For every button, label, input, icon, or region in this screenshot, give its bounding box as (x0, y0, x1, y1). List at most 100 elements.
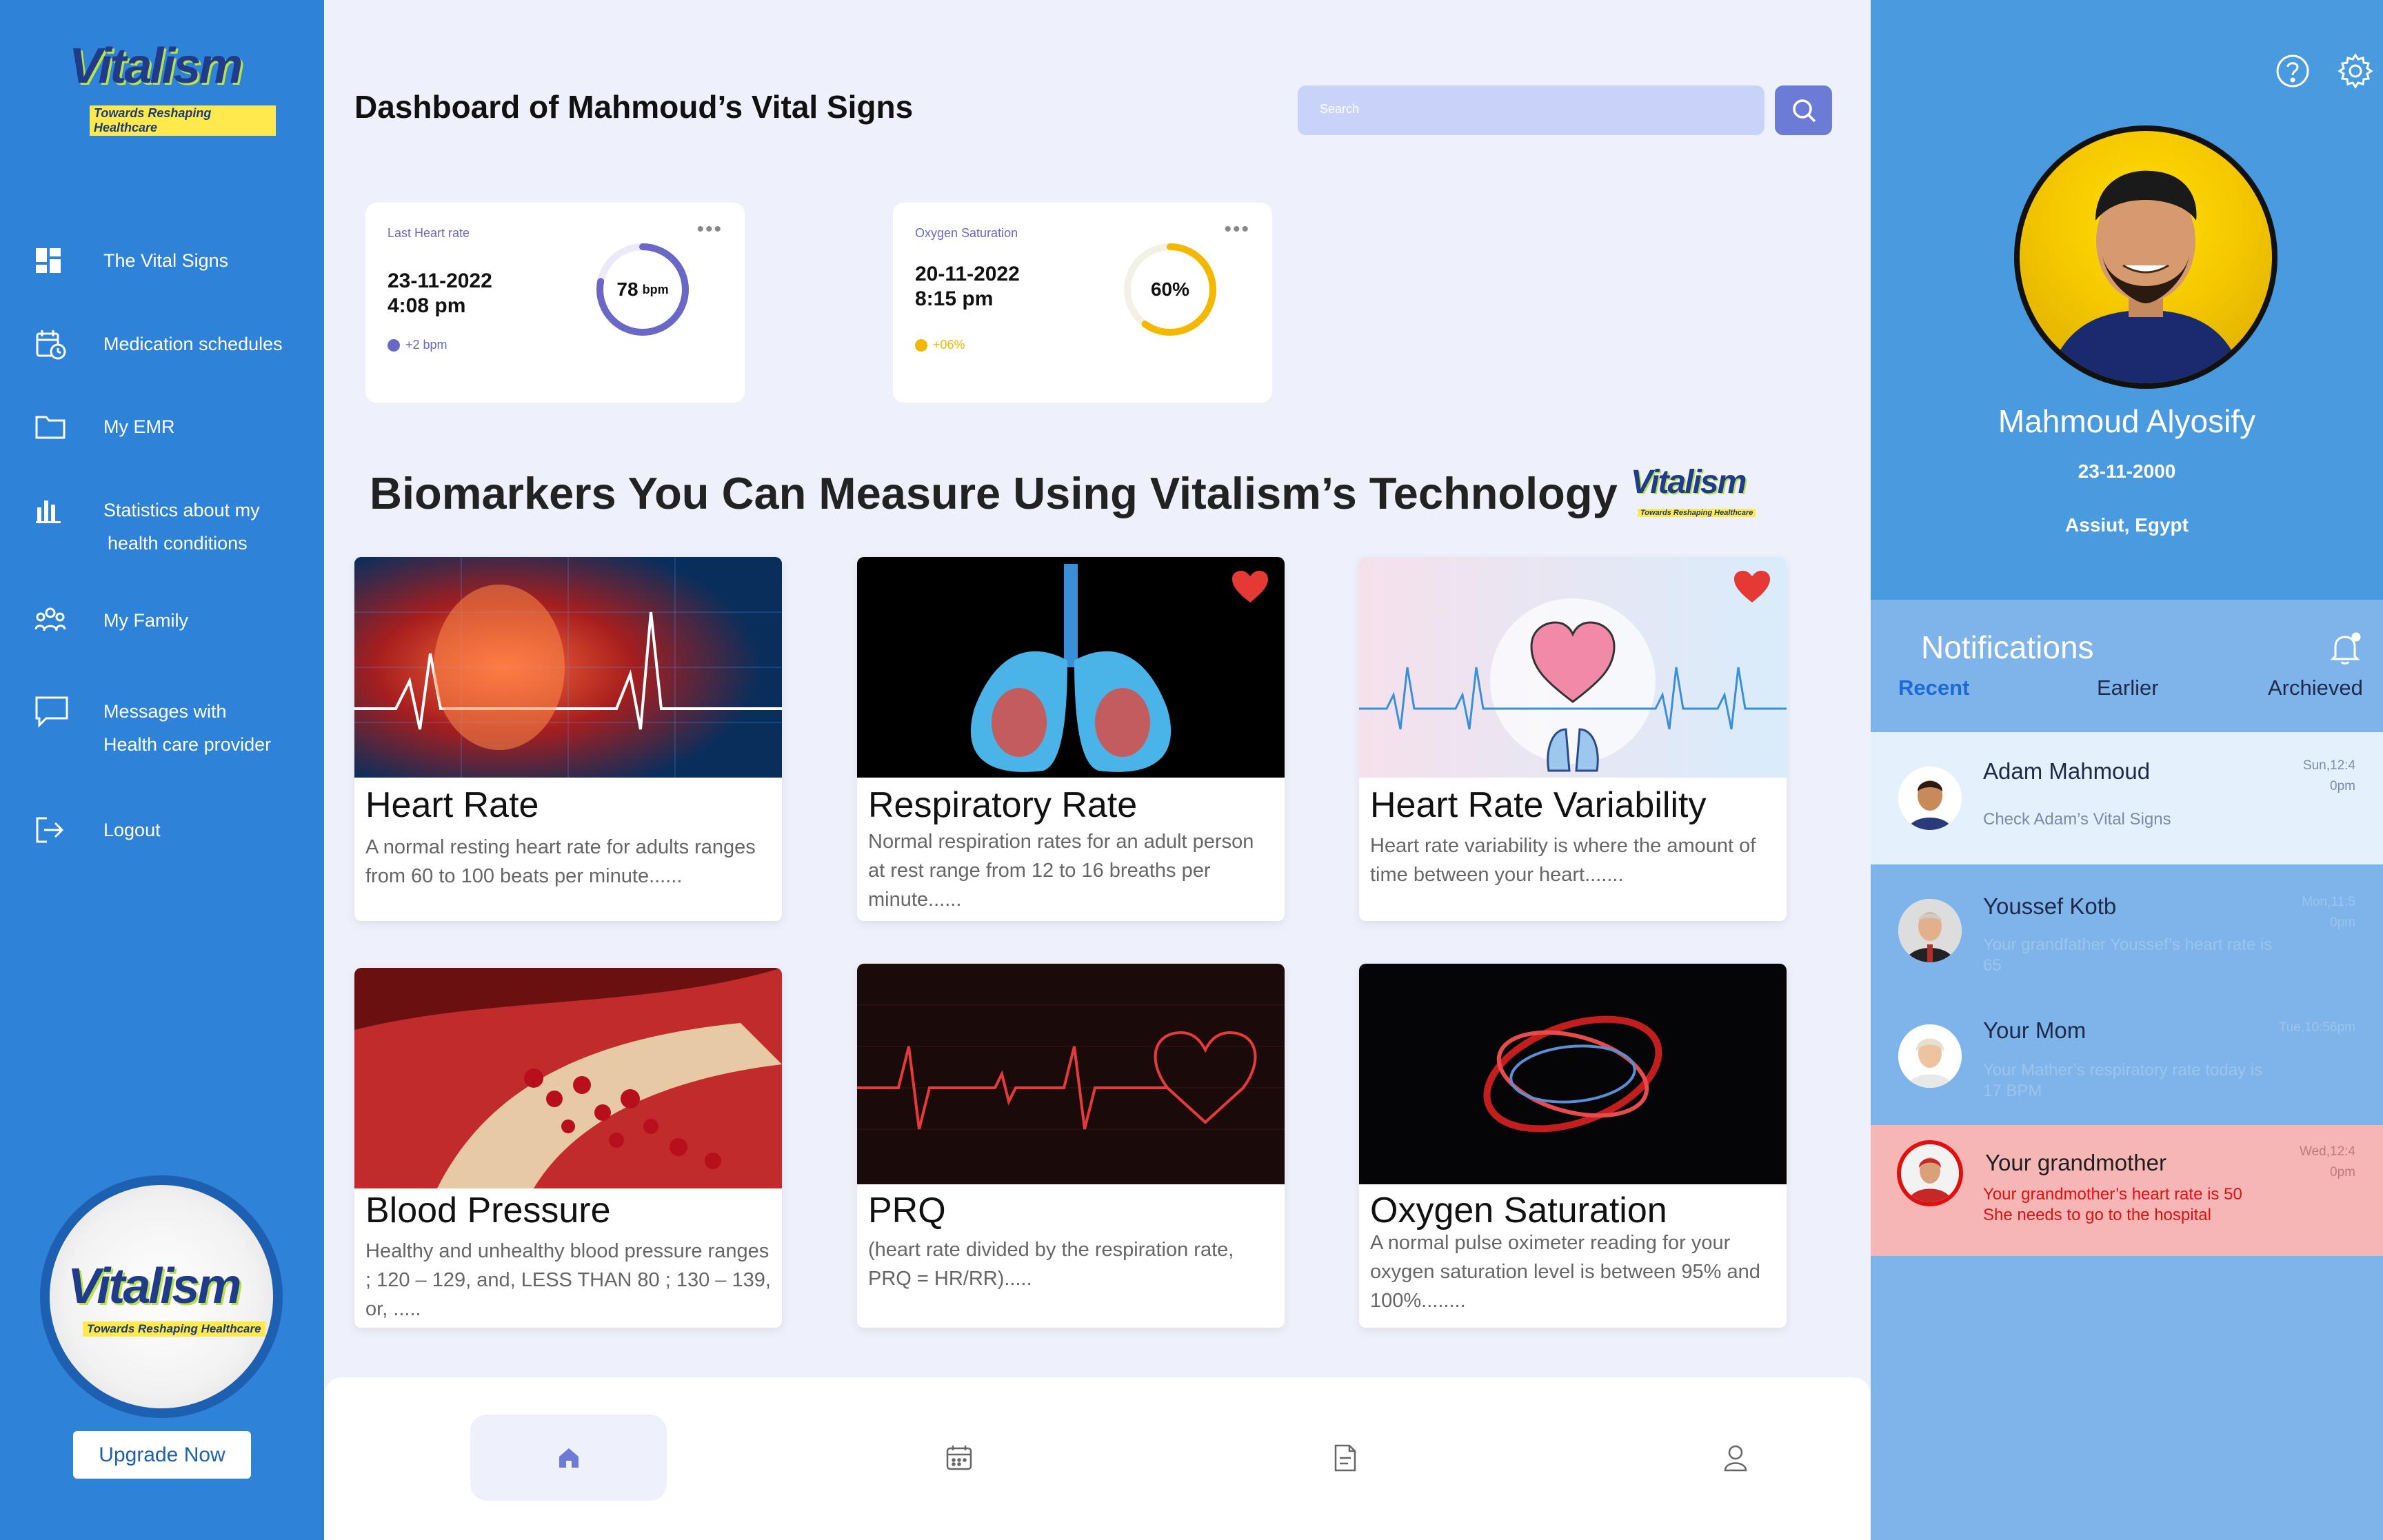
logo-wordmark: Vitalism (69, 39, 243, 94)
sidebar-item-label-line1: Messages with (103, 701, 227, 722)
stat-value-number: 60% (1150, 278, 1190, 300)
notification-item[interactable]: Youssef Kotb Your grandfather Youssef’s … (1871, 869, 2383, 1001)
stat-title: Last Heart rate (388, 226, 470, 240)
avatar-photo (2020, 131, 2272, 383)
sidebar-item-label: Logout (103, 820, 161, 840)
sidebar-item-label: Messages with Health care provider (103, 695, 271, 761)
profile-dob: 23-11-2000 (2078, 460, 2176, 482)
bell-icon[interactable] (2326, 629, 2364, 667)
avatar (1898, 899, 1962, 962)
sidebar-item-label: Statistics about my health conditions (103, 494, 260, 560)
notification-item[interactable]: Your Mom Your Mather’s respiratory rate … (1871, 994, 2383, 1126)
document-icon (1334, 1444, 1356, 1471)
sidebar-item-statistics[interactable]: Statistics about my health conditions (34, 494, 310, 560)
biomarker-card-heart-rate[interactable]: Heart Rate A normal resting heart rate f… (354, 557, 782, 921)
tab-earlier[interactable]: Earlier (2097, 676, 2159, 700)
right-panel: Mahmoud Alyosify 23-11-2000 Assiut, Egyp… (1871, 0, 2383, 1540)
lungs-image (857, 557, 1285, 778)
prq-image (857, 964, 1285, 1184)
biomarker-card-blood-pressure[interactable]: Blood Pressure Healthy and unhealthy blo… (354, 968, 782, 1328)
stat-time: 4:08 pm (388, 294, 466, 317)
badge-logo-wordmark: Vitalism (68, 1259, 241, 1314)
notification-message: Check Adam’s Vital Signs (1983, 810, 2171, 829)
more-options-icon[interactable]: ••• (1224, 218, 1250, 241)
notifications-panel: Notifications Recent Earlier Archieved A… (1871, 600, 2383, 1540)
folder-icon (34, 410, 73, 443)
notification-time: Sun,12:4 0pm (2293, 756, 2355, 797)
more-options-icon[interactable]: ••• (696, 218, 723, 241)
favorite-heart-icon[interactable] (1733, 569, 1771, 604)
oxygen-saturation-stat-card[interactable]: Oxygen Saturation ••• 20-11-2022 8:15 pm… (893, 203, 1272, 403)
stat-value: 60% (1122, 241, 1218, 338)
biomarker-description: Normal respiration rates for an adult pe… (868, 831, 1254, 911)
notification-time: Mon,11:5 0pm (2293, 892, 2355, 933)
search-icon (1792, 99, 1816, 123)
brand-logo[interactable]: Vitalism Towards Reshaping Healthcare (69, 38, 276, 136)
trend-up-icon (915, 338, 927, 352)
avatar (1898, 767, 1962, 830)
person-portrait (2047, 170, 2244, 383)
notification-message-line1: Your grandmother’s heart rate is 50 (1983, 1185, 2242, 1204)
notification-message: Your grandmother’s heart rate is 50 She … (1983, 1184, 2300, 1226)
sidebar-item-label: The Vital Signs (103, 250, 229, 271)
notification-item[interactable]: Adam Mahmoud Check Adam’s Vital Signs Su… (1871, 732, 2383, 864)
sidebar-item-my-emr[interactable]: My EMR (34, 410, 310, 443)
biomarker-card-oxygen-saturation[interactable]: Oxygen Saturation A normal pulse oximete… (1359, 964, 1787, 1328)
main-content: Dashboard of Mahmoud’s Vital Signs Searc… (324, 0, 1871, 1540)
profile-avatar[interactable] (2014, 125, 2278, 389)
notification-time-line1: Wed,12:4 (2300, 1144, 2355, 1159)
sidebar-item-vital-signs[interactable]: The Vital Signs (34, 244, 310, 277)
upgrade-now-button[interactable]: Upgrade Now (73, 1431, 251, 1479)
notification-time-line1: Tue,10:56pm (2278, 1020, 2355, 1035)
notification-message-line2: She needs to go to the hospital (1983, 1206, 2211, 1224)
stat-title: Oxygen Saturation (915, 226, 1018, 240)
notifications-title: Notifications (1921, 629, 2094, 665)
tab-home[interactable] (470, 1415, 667, 1501)
sidebar-item-my-family[interactable]: My Family (34, 604, 310, 637)
avatar (1897, 1140, 1963, 1206)
biomarker-card-prq[interactable]: PRQ (heart rate divided by the respirati… (857, 964, 1285, 1328)
sidebar-item-label: My Family (103, 610, 188, 631)
help-icon[interactable] (2274, 52, 2311, 90)
notification-time: Tue,10:56pm (2252, 1017, 2355, 1038)
notification-time-line1: Sun,12:4 (2302, 758, 2355, 773)
search-button[interactable] (1775, 85, 1832, 135)
sidebar-item-messages[interactable]: Messages with Health care provider (34, 695, 310, 761)
sidebar-item-medication-schedules[interactable]: Medication schedules (34, 327, 310, 361)
section-title: Biomarkers You Can Measure Using Vitalis… (370, 468, 1618, 518)
bar-chart-icon (34, 494, 73, 527)
stat-delta-value: +06% (933, 338, 965, 352)
logo-tagline: Towards Reshaping Healthcare (90, 105, 276, 136)
biomarker-title: Oxygen Saturation (1370, 1191, 1667, 1230)
biomarker-description: Heart rate variability is where the amou… (1370, 835, 1756, 886)
notification-item-alert[interactable]: Your grandmother Your grandmother’s hear… (1871, 1125, 2383, 1256)
stat-delta: +06% (915, 338, 965, 352)
stat-delta-value: +2 bpm (405, 338, 448, 352)
stat-value: 78 bpm (594, 241, 691, 338)
settings-gear-icon[interactable] (2337, 52, 2374, 90)
avatar (1898, 1024, 1962, 1088)
biomarker-card-respiratory-rate[interactable]: Respiratory Rate Normal respiration rate… (857, 557, 1285, 921)
notification-sender: Youssef Kotb (1983, 893, 2117, 919)
tab-profile[interactable] (1637, 1415, 1833, 1501)
tab-calendar[interactable] (861, 1415, 1057, 1501)
biomarker-title: Blood Pressure (365, 1191, 611, 1230)
heart-rate-stat-card[interactable]: Last Heart rate ••• 23-11-2022 4:08 pm +… (365, 203, 745, 403)
stat-datetime: 23-11-2022 4:08 pm (388, 269, 492, 318)
tab-recent[interactable]: Recent (1898, 676, 1969, 700)
search-input[interactable]: Search (1298, 85, 1764, 135)
tab-archived[interactable]: Archieved (2268, 676, 2363, 700)
sidebar-item-logout[interactable]: Logout (34, 813, 310, 847)
profile-name: Mahmoud Alyosify (1998, 403, 2256, 439)
biomarker-card-hrv[interactable]: Heart Rate Variability Heart rate variab… (1359, 557, 1787, 921)
notification-message: Your grandfather Youssef’s heart rate is… (1983, 935, 2273, 975)
biomarker-title: Heart Rate (365, 785, 539, 825)
favorite-heart-icon[interactable] (1231, 569, 1269, 604)
user-icon (1724, 1445, 1747, 1471)
family-icon (34, 604, 73, 637)
stat-date: 23-11-2022 (388, 270, 492, 292)
notification-time-line2: 0pm (2330, 915, 2355, 930)
stat-delta: +2 bpm (388, 338, 448, 352)
stat-datetime: 20-11-2022 8:15 pm (915, 262, 1020, 312)
tab-documents[interactable] (1247, 1415, 1443, 1501)
